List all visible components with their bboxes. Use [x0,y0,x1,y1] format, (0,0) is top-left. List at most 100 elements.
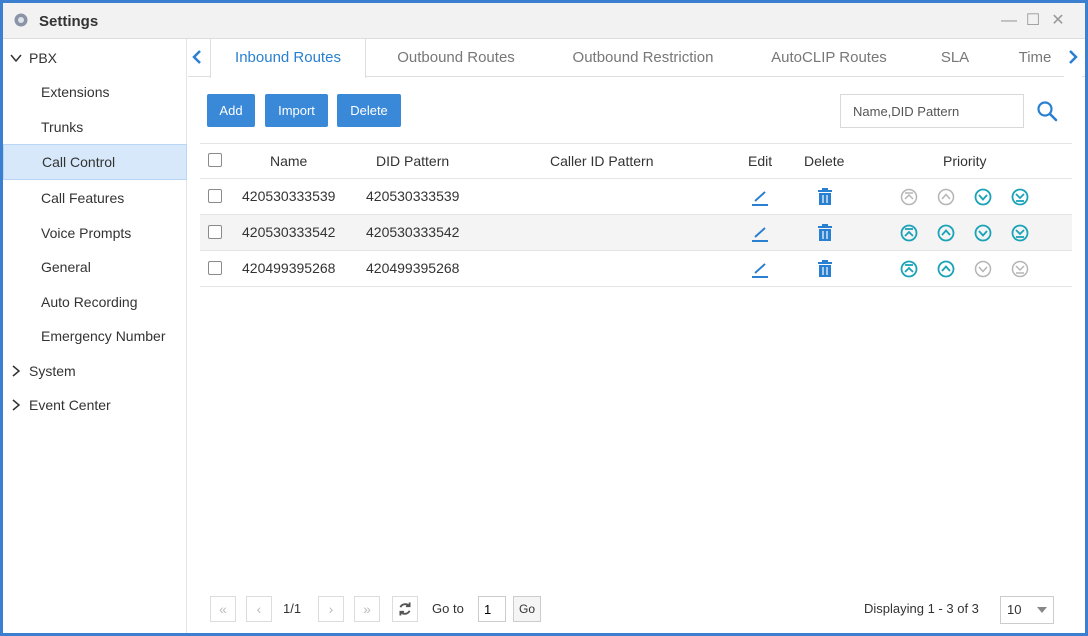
move-bottom-icon [1011,260,1029,278]
main-content: Add Import Delete Name DID Pattern Calle… [188,78,1085,633]
sidebar-group-event-center[interactable]: Event Center [3,388,187,422]
import-button[interactable]: Import [265,94,328,127]
delete-button[interactable]: Delete [337,94,401,127]
row-checkbox[interactable] [208,261,222,275]
window-title: Settings [39,13,99,30]
search-input[interactable] [840,94,1024,128]
refresh-icon[interactable] [392,596,418,622]
next-page-button[interactable]: › [318,596,344,622]
sidebar-item-label: Auto Recording [41,294,138,310]
sidebar-item-label: Voice Prompts [41,225,132,241]
tab-outbound-restriction[interactable]: Outbound Restriction [548,39,738,77]
move-up-icon[interactable] [937,260,955,278]
row-name: 420499395268 [242,260,336,276]
sidebar-item-label: Trunks [41,119,84,135]
row-checkbox[interactable] [208,189,222,203]
tab-time[interactable]: Time [1004,39,1066,77]
header-edit: Edit [748,153,773,169]
chevron-right-icon [12,399,21,411]
move-top-icon[interactable] [900,224,918,242]
gear-icon [14,13,28,27]
minimize-button[interactable]: — [999,11,1019,31]
sidebar-item-label: General [41,259,91,275]
move-down-icon[interactable] [974,224,992,242]
row-did-pattern: 420530333542 [366,224,460,240]
add-button[interactable]: Add [207,94,255,127]
goto-label: Go to [432,601,464,616]
move-bottom-icon[interactable] [1011,224,1029,242]
tab-inbound-routes[interactable]: Inbound Routes [210,39,366,78]
tab-autoclip-routes[interactable]: AutoCLIP Routes [750,39,908,77]
row-did-pattern: 420530333539 [366,188,460,204]
move-down-icon[interactable] [974,188,992,206]
page-info: 1/1 [283,601,302,616]
sidebar-item-call-control[interactable]: Call Control [3,144,187,180]
sidebar-item-auto-recording[interactable]: Auto Recording [3,285,187,319]
sidebar-group-label: System [29,363,76,379]
row-checkbox[interactable] [208,225,222,239]
trash-icon[interactable] [815,223,835,243]
tab-bar: Inbound Routes Outbound Routes Outbound … [188,39,1085,78]
move-up-icon[interactable] [937,224,955,242]
tab-scroll-left-icon[interactable] [188,39,206,77]
sidebar-group-label: PBX [29,50,58,66]
move-down-icon [974,260,992,278]
maximize-button[interactable]: ☐ [1023,11,1043,31]
sidebar-item-general[interactable]: General [3,250,187,284]
goto-page-input[interactable] [478,596,506,622]
sidebar-item-emergency-number[interactable]: Emergency Number [3,319,187,353]
header-name: Name [270,153,308,169]
tab-outbound-routes[interactable]: Outbound Routes [376,39,536,77]
edit-icon[interactable] [750,223,770,243]
header-caller-id-pattern: Caller ID Pattern [550,153,654,169]
move-bottom-icon[interactable] [1011,188,1029,206]
sidebar-item-call-features[interactable]: Call Features [3,181,187,215]
sidebar-item-trunks[interactable]: Trunks [3,110,187,144]
sidebar-item-label: Emergency Number [41,328,166,344]
edit-icon[interactable] [750,187,770,207]
displaying-info: Displaying 1 - 3 of 3 [864,601,979,616]
move-up-icon [937,188,955,206]
chevron-down-icon [10,54,22,63]
header-did-pattern: DID Pattern [376,153,450,169]
trash-icon[interactable] [815,187,835,207]
page-size-select[interactable]: 10 [1000,596,1054,624]
go-button[interactable]: Go [513,596,541,622]
caret-down-icon [1037,607,1047,613]
chevron-right-icon [12,365,21,377]
last-page-button[interactable]: » [354,596,380,622]
move-top-icon [900,188,918,206]
table-row: 420499395268 420499395268 [200,251,1072,287]
table-row: 420530333539 420530333539 [200,179,1072,215]
trash-icon[interactable] [815,259,835,279]
row-name: 420530333542 [242,224,336,240]
sidebar-group-label: Event Center [29,397,111,413]
row-did-pattern: 420499395268 [366,260,460,276]
select-all-checkbox[interactable] [208,153,222,167]
sidebar-group-pbx[interactable]: PBX [3,41,187,75]
row-name: 420530333539 [242,188,336,204]
sidebar-item-label: Call Features [41,190,125,206]
sidebar-group-system[interactable]: System [3,354,187,388]
tab-scroll-right-icon[interactable] [1064,39,1082,77]
page-size-value: 10 [1007,602,1022,617]
table-row: 420530333542 420530333542 [200,215,1072,251]
settings-window: Settings — ☐ ✕ PBX Extensions Trunks Cal… [3,3,1085,633]
first-page-button[interactable]: « [210,596,236,622]
sidebar-item-label: Call Control [42,154,116,170]
header-priority: Priority [943,153,987,169]
table-header: Name DID Pattern Caller ID Pattern Edit … [200,143,1072,179]
title-bar: Settings — ☐ ✕ [3,3,1085,39]
move-top-icon[interactable] [900,260,918,278]
close-button[interactable]: ✕ [1048,11,1068,31]
header-delete: Delete [804,153,845,169]
sidebar-item-voice-prompts[interactable]: Voice Prompts [3,216,187,250]
tab-sla[interactable]: SLA [924,39,986,77]
sidebar-item-extensions[interactable]: Extensions [3,75,187,109]
sidebar: PBX Extensions Trunks Call Control Call … [3,39,187,633]
edit-icon[interactable] [750,259,770,279]
prev-page-button[interactable]: ‹ [246,596,272,622]
sidebar-item-label: Extensions [41,84,110,100]
pagination-bar: « ‹ 1/1 › » Go to Go Displaying 1 - 3 of… [188,596,1085,626]
search-icon[interactable] [1036,100,1058,122]
